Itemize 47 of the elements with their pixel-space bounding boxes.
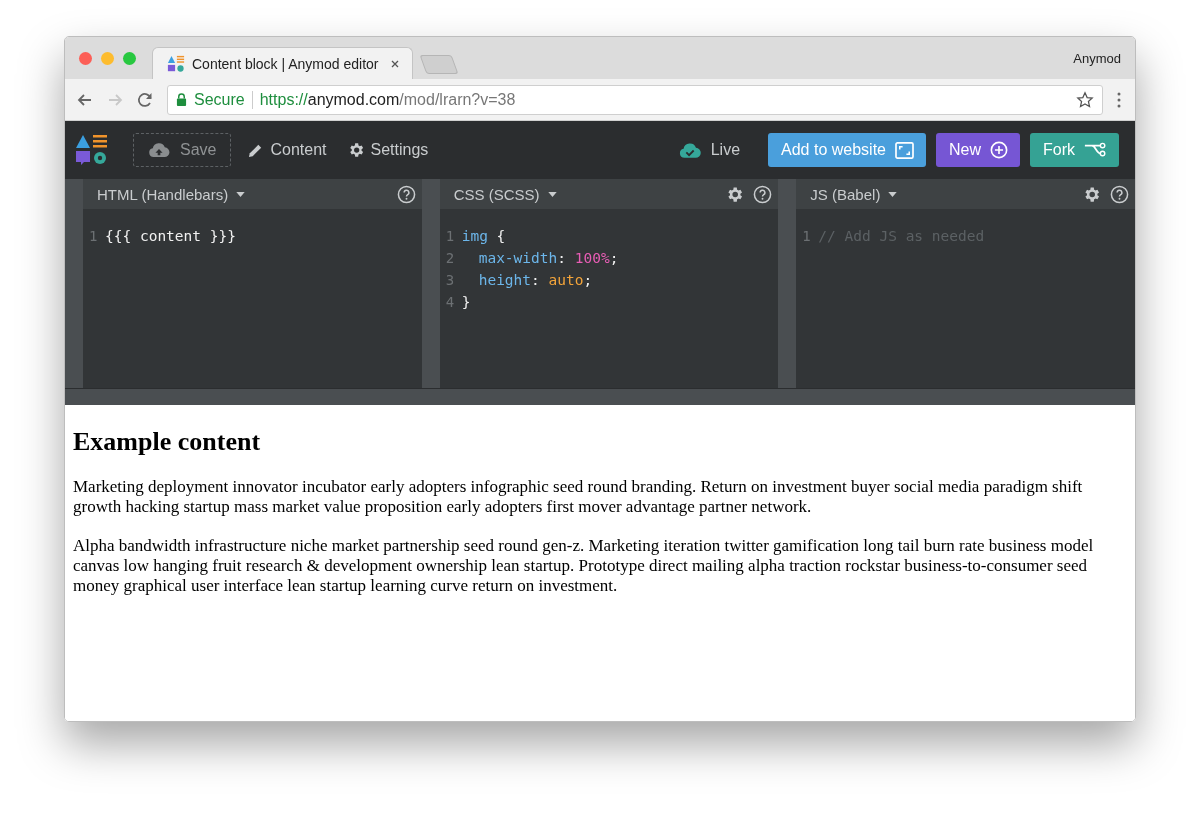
save-button[interactable]: Save xyxy=(133,133,232,167)
preview-paragraph: Marketing deployment innovator incubator early adopters infographic seed round branding. Return on investment buyer social media paradigm shift growth hacking startup mass market value proposition early adopters first mover advantage partner network. xyxy=(73,477,1084,517)
fork-icon xyxy=(1084,142,1107,158)
close-tab-icon[interactable] xyxy=(389,58,400,69)
language-dropdown[interactable]: JS (Babel) xyxy=(810,185,898,203)
code-line: } xyxy=(461,294,471,310)
cloud-upload-icon xyxy=(148,142,170,158)
plus-circle-icon xyxy=(990,141,1008,159)
app-logo-icon xyxy=(167,54,185,73)
code-line: max-width: 100%; xyxy=(477,250,619,266)
settings-icon[interactable] xyxy=(725,184,745,204)
embed-frame-icon xyxy=(895,141,914,159)
browser-tab[interactable]: Content block | Anymod editor xyxy=(152,47,413,79)
lock-icon xyxy=(176,93,187,106)
secure-label: Secure xyxy=(194,90,245,109)
help-icon[interactable] xyxy=(1110,184,1129,204)
code-line: height: auto; xyxy=(477,272,593,288)
cloud-check-icon xyxy=(678,141,701,159)
line-number: 3 xyxy=(444,272,456,288)
line-number: 1 xyxy=(801,228,812,244)
app-logo-icon xyxy=(75,133,109,167)
settings-button[interactable]: Settings xyxy=(342,137,433,163)
live-status: Live xyxy=(710,141,741,159)
tab-title: Content block | Anymod editor xyxy=(192,55,379,72)
bookmark-star-icon[interactable] xyxy=(1076,90,1094,109)
code-line: img { xyxy=(461,228,506,244)
preview-heading: Example content xyxy=(73,427,262,457)
line-number: 1 xyxy=(444,228,456,244)
line-number: 2 xyxy=(444,250,456,266)
profile-name[interactable]: Anymod xyxy=(1073,50,1121,66)
settings-icon[interactable] xyxy=(1082,184,1101,204)
caret-icon xyxy=(888,191,898,197)
code-line: {{{ content }}} xyxy=(105,228,236,244)
language-dropdown[interactable]: HTML (Handlebars) xyxy=(97,185,246,203)
line-number: 1 xyxy=(88,228,99,244)
line-number: 4 xyxy=(444,294,456,310)
language-dropdown[interactable]: CSS (SCSS) xyxy=(453,185,557,203)
help-icon[interactable] xyxy=(396,184,416,204)
caret-icon xyxy=(547,191,557,197)
caret-icon xyxy=(236,191,246,197)
address-field[interactable]: Secure https://anymod.com/mod/lrarn?v=38 xyxy=(167,84,1103,115)
preview-paragraph: Alpha bandwidth infrastructure niche market partnership seed round gen-z. Marketing iteration twitter gamification long tail burn rate business model canvas low hanging fruit research & development ownership lean startup. Prototype direct mailing alpha traction rockstar business-to-consumer seed money graphical user interface lean startup learning curve return on investment. xyxy=(73,536,1095,596)
help-icon[interactable] xyxy=(753,184,773,204)
new-button[interactable]: New xyxy=(936,133,1020,167)
url-text: https://anymod.com/mod/lrarn?v=38 xyxy=(259,90,516,109)
content-button[interactable]: Content xyxy=(243,137,331,163)
menu-icon[interactable] xyxy=(1117,91,1121,108)
